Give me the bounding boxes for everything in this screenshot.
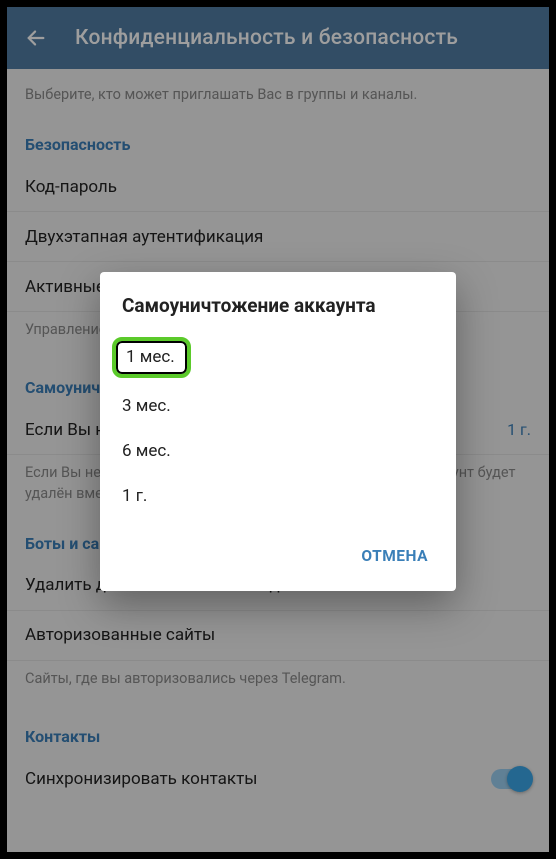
- option-label: 3 мес.: [122, 396, 171, 416]
- dialog-title: Самоуничтожение аккаунта: [100, 272, 456, 331]
- dialog-option-6-months[interactable]: 6 мес.: [116, 429, 456, 474]
- dialog-option-1-year[interactable]: 1 г.: [116, 474, 456, 519]
- cancel-button[interactable]: ОТМЕНА: [351, 539, 438, 573]
- dialog-option-1-month[interactable]: 1 мес.: [116, 331, 456, 384]
- dialog-option-3-months[interactable]: 3 мес.: [116, 384, 456, 429]
- dialog-option-list: 1 мес. 3 мес. 6 мес. 1 г.: [100, 331, 456, 525]
- option-label: 6 мес.: [122, 441, 171, 461]
- option-label: 1 г.: [122, 486, 147, 506]
- dialog-actions: ОТМЕНА: [100, 525, 456, 591]
- self-destruct-dialog: Самоуничтожение аккаунта 1 мес. 3 мес. 6…: [100, 272, 456, 591]
- highlight-marker: 1 мес.: [112, 337, 191, 378]
- option-label: 1 мес.: [126, 347, 175, 367]
